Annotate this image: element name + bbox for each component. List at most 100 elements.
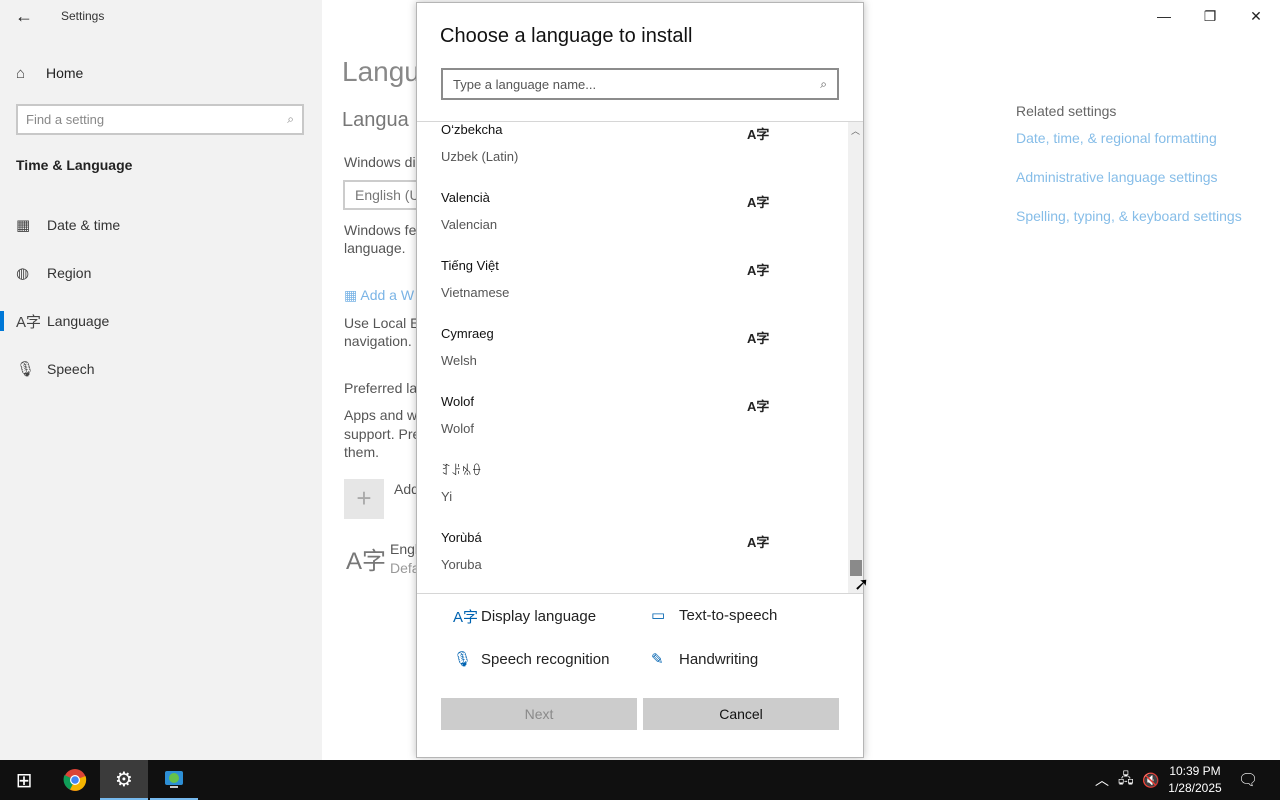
- calendar-clock-icon: ▦: [16, 217, 31, 234]
- language-native-name: Cymraeg: [441, 326, 494, 341]
- feature-label: Speech recognition: [481, 650, 610, 668]
- handwriting-icon: ✎: [651, 651, 664, 668]
- next-button[interactable]: Next: [441, 698, 637, 730]
- show-hidden-icons-chevron-icon[interactable]: ︿: [1095, 760, 1109, 800]
- language-list-item[interactable]: Valencià Valencian A字: [417, 190, 847, 258]
- volume-muted-icon[interactable]: 🔇: [1142, 760, 1159, 800]
- language-native-name: Tiếng Việt: [441, 258, 499, 273]
- language-list-item[interactable]: Wolof Wolof A字: [417, 394, 847, 462]
- feature-display-language: A字 Display language: [453, 606, 596, 627]
- maximize-button[interactable]: ❐: [1187, 4, 1233, 28]
- sidebar-item-date-time[interactable]: ▦ Date & time: [0, 208, 322, 242]
- feature-text-to-speech: ▭ Text-to-speech: [651, 606, 778, 625]
- local-experience-text-2: navigation.: [344, 333, 412, 349]
- microphone-icon: 🎙: [16, 361, 36, 378]
- preferred-languages-heading: Preferred la: [344, 380, 418, 396]
- sidebar-item-label: Language: [47, 313, 110, 329]
- home-nav-item[interactable]: ⌂ Home: [16, 62, 83, 84]
- language-search-input[interactable]: [453, 76, 821, 92]
- sidebar-item-label: Date & time: [47, 217, 121, 233]
- page-title: Langu: [342, 56, 420, 87]
- home-icon: ⌂: [16, 64, 26, 82]
- add-language-button[interactable]: +: [344, 479, 384, 519]
- display-language-icon: A字: [747, 127, 770, 142]
- add-windows-link[interactable]: ▦ Add a W: [344, 287, 414, 304]
- language-list-item[interactable]: Yorùbá Yoruba A字: [417, 530, 847, 592]
- choose-language-dialog: Choose a language to install ⌕ O‘zbekcha…: [416, 2, 864, 758]
- scroll-up-arrow-icon[interactable]: ︿: [848, 124, 863, 138]
- spelling-keyboard-link[interactable]: Spelling, typing, & keyboard settings: [1016, 208, 1242, 224]
- language-icon: A字: [16, 313, 42, 331]
- apps-text: Apps and w: [344, 407, 418, 423]
- globe-icon: ◍: [16, 265, 30, 282]
- display-language-icon: A字: [747, 399, 770, 414]
- language-english-name: Valencian: [441, 217, 498, 232]
- list-bottom-divider: [417, 593, 863, 594]
- network-app-taskbar-icon[interactable]: [150, 760, 198, 800]
- date-time-regional-link[interactable]: Date, time, & regional formatting: [1016, 130, 1217, 146]
- language-native-name: Yorùbá: [441, 530, 482, 545]
- language-list-item[interactable]: ꆈꌠꁱꂷ Yi: [417, 462, 847, 530]
- sidebar-item-speech[interactable]: 🎙 Speech: [0, 352, 322, 386]
- apps-text-2: support. Pre: [344, 426, 421, 442]
- search-icon: ⌕: [820, 76, 827, 91]
- display-language-icon: A字: [747, 331, 770, 346]
- windows-features-text: Windows fe: [344, 222, 417, 238]
- language-native-name: Wolof: [441, 394, 474, 409]
- feature-label: Handwriting: [679, 650, 759, 668]
- chrome-taskbar-icon[interactable]: [51, 760, 99, 800]
- taskbar: ⊞ ⚙ ︿ 🖧 🔇 10:39 PM 1/28/2025 🗨: [0, 760, 1280, 800]
- taskbar-clock[interactable]: 10:39 PM 1/28/2025: [1160, 763, 1230, 797]
- language-english-name: Welsh: [441, 353, 477, 368]
- language-list-item[interactable]: Tiếng Việt Vietnamese A字: [417, 258, 847, 326]
- text-to-speech-icon: ▭: [651, 607, 666, 624]
- dialog-title: Choose a language to install: [440, 25, 693, 47]
- feature-label: Display language: [481, 608, 597, 625]
- display-language-icon: A字: [747, 535, 770, 550]
- clock-time: 10:39 PM: [1169, 764, 1221, 778]
- language-search-box[interactable]: ⌕: [441, 68, 839, 100]
- language-english-name: Uzbek (Latin): [441, 149, 519, 164]
- language-english-name: Yoruba: [441, 557, 482, 572]
- language-pack-icon: A字: [346, 548, 387, 575]
- windows-features-text-2: language.: [344, 240, 406, 256]
- language-english-name: Wolof: [441, 421, 474, 436]
- network-status-icon[interactable]: 🖧: [1118, 760, 1134, 800]
- back-arrow-icon[interactable]: ←: [8, 4, 40, 28]
- clock-date: 1/28/2025: [1168, 781, 1222, 795]
- language-native-name: ꆈꌠꁱꂷ: [441, 463, 482, 478]
- settings-gear-taskbar-icon[interactable]: ⚙: [100, 760, 148, 800]
- admin-language-link[interactable]: Administrative language settings: [1016, 169, 1218, 185]
- add-windows-label: Add a W: [360, 287, 415, 303]
- display-language-icon: A字: [453, 609, 479, 626]
- feature-label: Text-to-speech: [679, 606, 778, 624]
- start-button-windows-icon[interactable]: ⊞: [0, 760, 48, 800]
- language-list-scrollbar[interactable]: ︿: [848, 122, 863, 593]
- language-list-item[interactable]: Cymraeg Welsh A字: [417, 326, 847, 394]
- find-setting-search[interactable]: Find a setting ⌕: [16, 104, 304, 135]
- close-button[interactable]: ✕: [1233, 4, 1279, 28]
- sidebar-item-region[interactable]: ◍ Region: [0, 256, 322, 290]
- display-language-icon: A字: [747, 195, 770, 210]
- minimize-button[interactable]: —: [1141, 4, 1187, 28]
- language-native-name: O‘zbekcha: [441, 122, 503, 137]
- feature-speech-recognition: 🎙 Speech recognition: [453, 650, 610, 669]
- search-icon: ⌕: [287, 112, 294, 126]
- settings-sidebar: ← Settings ⌂ Home Find a setting ⌕ Time …: [0, 0, 322, 760]
- feature-handwriting: ✎ Handwriting: [651, 650, 759, 669]
- language-list-item[interactable]: O‘zbekcha Uzbek (Latin) A字: [417, 122, 847, 190]
- local-experience-text: Use Local Ex: [344, 315, 427, 331]
- display-language-icon: A字: [747, 263, 770, 278]
- language-native-name: Valencià: [441, 190, 490, 205]
- windows-display-label: Windows di: [344, 154, 416, 170]
- sidebar-item-label: Speech: [47, 361, 95, 377]
- related-settings-title: Related settings: [1016, 103, 1117, 119]
- action-center-notification-icon[interactable]: 🗨: [1238, 760, 1258, 800]
- sidebar-item-language[interactable]: A字 Language: [0, 304, 322, 338]
- language-list[interactable]: O‘zbekcha Uzbek (Latin) A字 Valencià Vale…: [417, 122, 847, 592]
- find-setting-input[interactable]: Find a setting: [26, 112, 287, 127]
- mouse-cursor-icon: ➚: [854, 574, 870, 594]
- cancel-button[interactable]: Cancel: [643, 698, 839, 730]
- page-subheading: Langua: [342, 109, 409, 131]
- app-title: Settings: [61, 9, 105, 23]
